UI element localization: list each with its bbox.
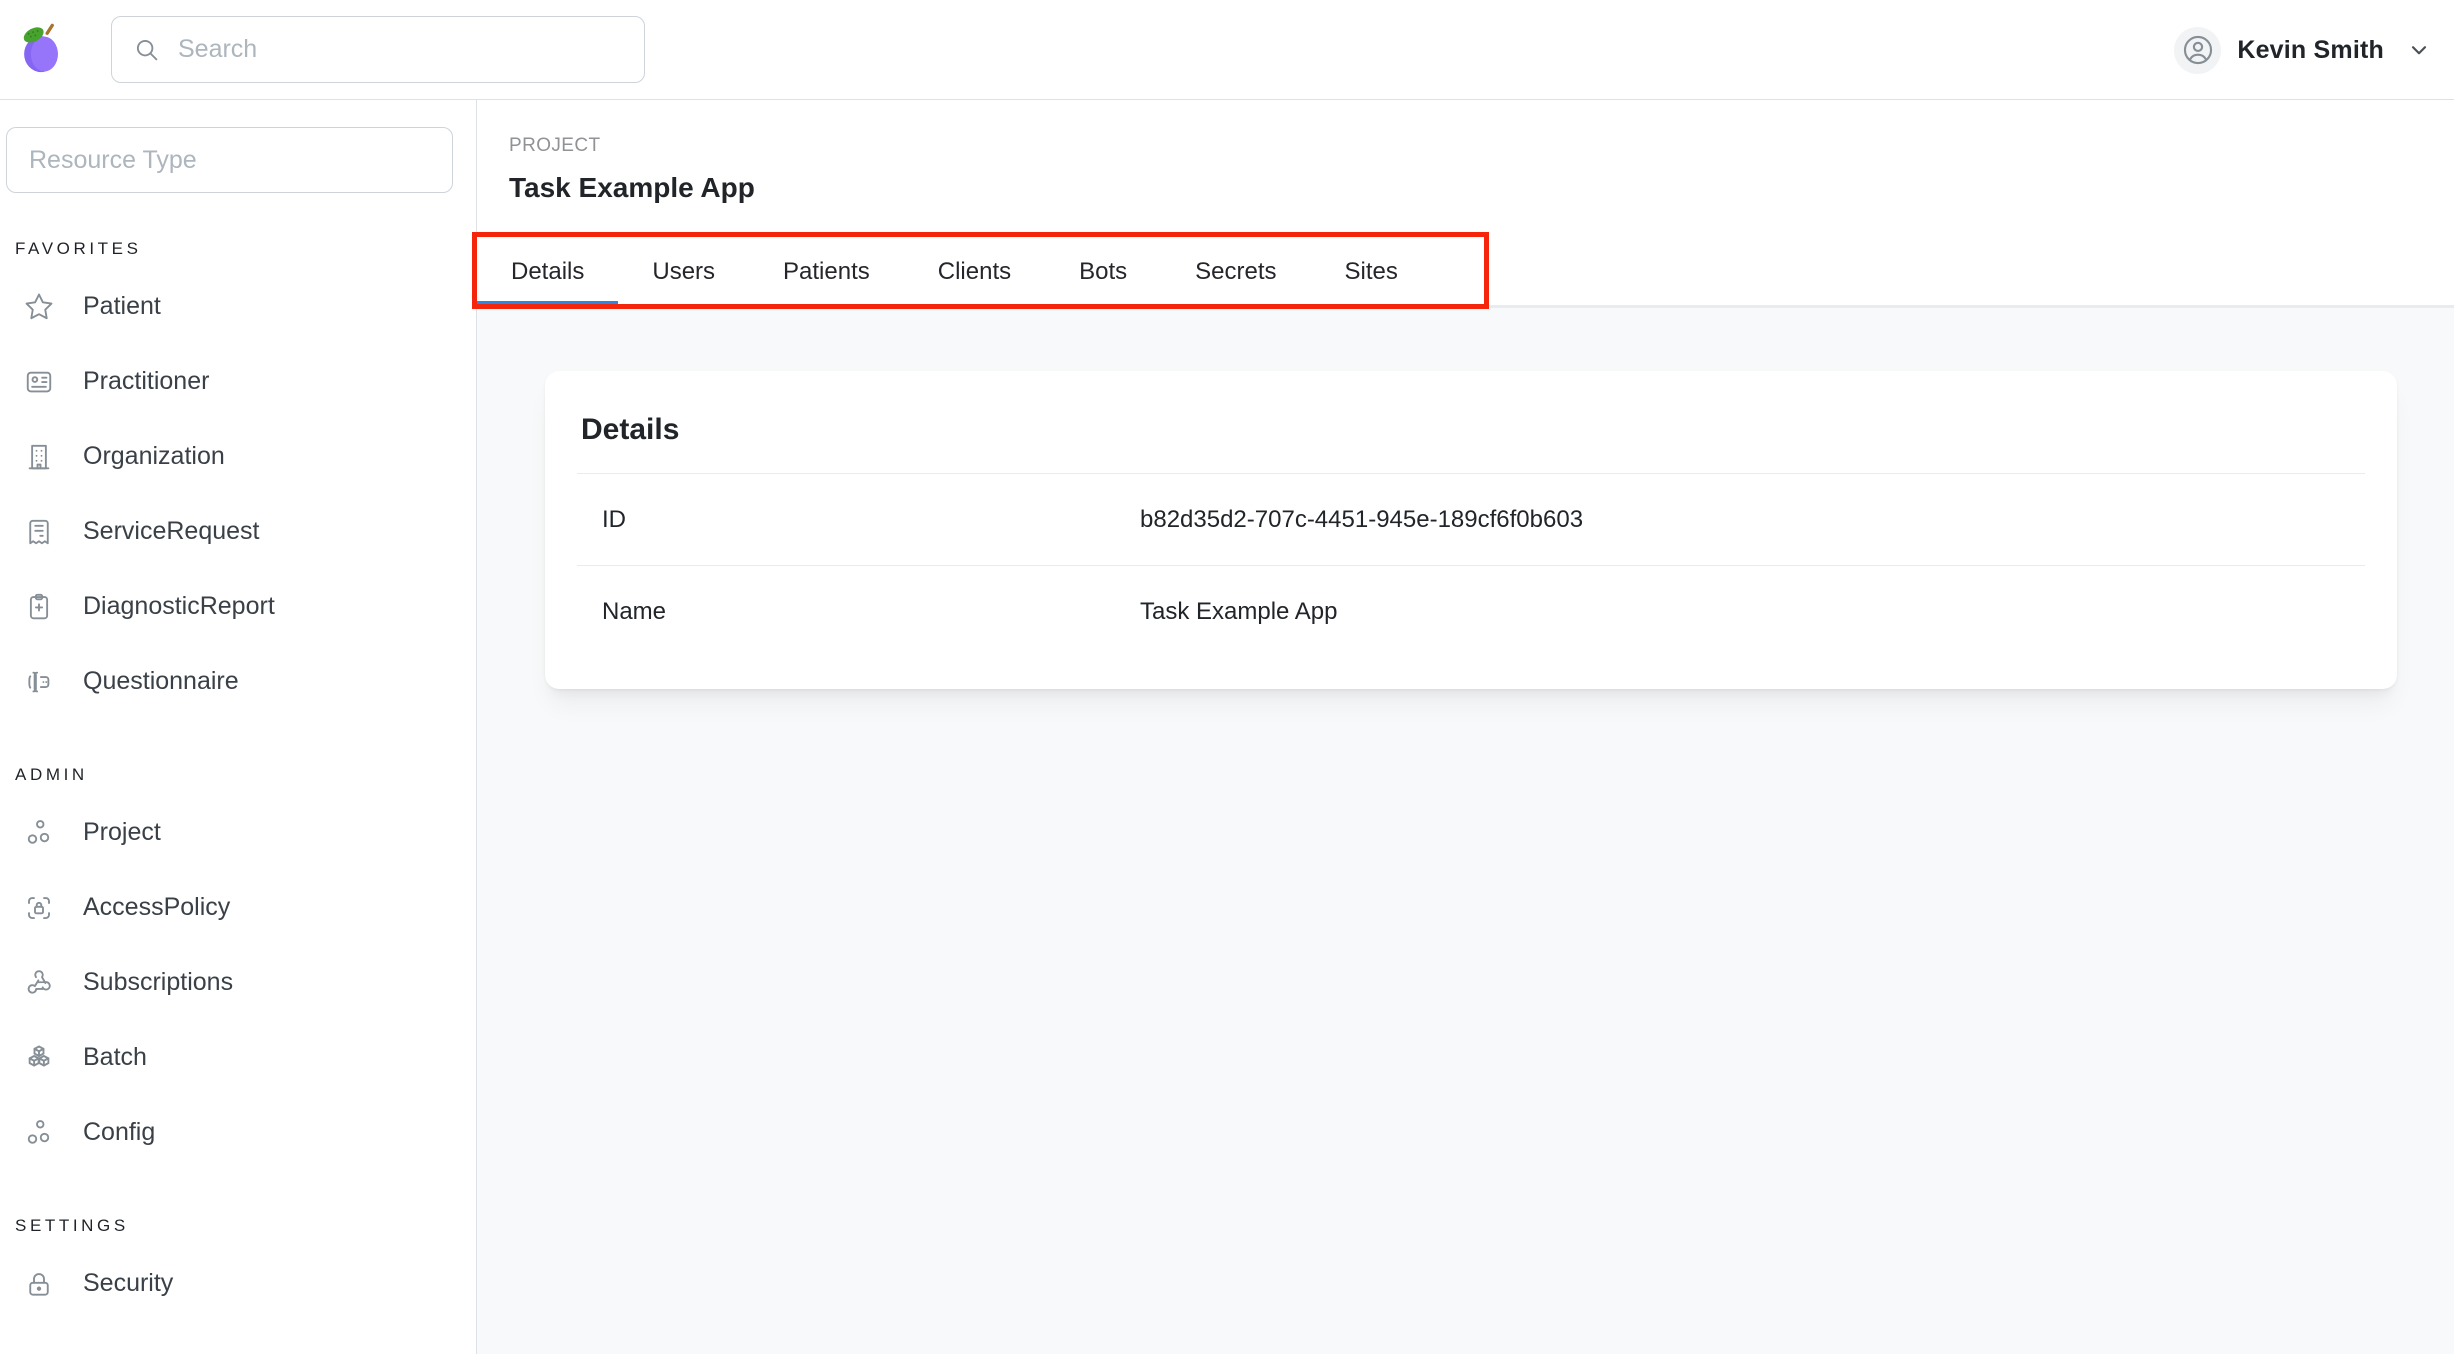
report-medical-icon <box>23 591 55 623</box>
detail-label: ID <box>602 505 626 533</box>
sidebar-item-diagnosticreport[interactable]: DiagnosticReport <box>0 569 476 644</box>
section-label-admin: ADMIN <box>15 765 88 784</box>
lock-brackets-icon <box>23 892 55 924</box>
section-label-favorites: FAVORITES <box>15 239 142 258</box>
sidebar-item-patient[interactable]: Patient <box>0 269 476 344</box>
sidebar-item-practitioner[interactable]: Practitioner <box>0 344 476 419</box>
global-search <box>111 16 645 83</box>
project-eyebrow: PROJECT <box>509 135 601 156</box>
project-header: PROJECT Task Example App Details Users P… <box>472 100 2454 309</box>
favorites-list: Patient Practitioner Organization Servic… <box>0 269 476 719</box>
id-card-icon <box>23 366 55 398</box>
sidebar-item-label: Questionnaire <box>83 667 239 695</box>
tab-bar: Details Users Patients Clients Bots Secr… <box>477 235 2454 308</box>
forms-icon <box>23 666 55 698</box>
sidebar-item-subscriptions[interactable]: Subscriptions <box>0 945 476 1020</box>
sidebar-item-label: Project <box>83 818 161 846</box>
webhook-icon <box>23 967 55 999</box>
tab-details[interactable]: Details <box>477 235 619 308</box>
sidebar-item-label: AccessPolicy <box>83 893 231 921</box>
details-card: Details ID b82d35d2-707c-4451-945e-189cf… <box>545 371 2397 689</box>
sidebar: FAVORITES Patient Practiti <box>0 100 477 1354</box>
sidebar-item-label: ServiceRequest <box>83 517 260 545</box>
settings-list: Security <box>0 1246 476 1321</box>
sidebar-item-batch[interactable]: Batch <box>0 1020 476 1095</box>
top-header: Kevin Smith <box>0 0 2454 100</box>
resource-type-input[interactable] <box>6 127 453 193</box>
tab-clients[interactable]: Clients <box>904 235 1045 308</box>
sidebar-item-label: Practitioner <box>83 367 210 395</box>
plum-logo-icon[interactable] <box>14 21 68 77</box>
tab-secrets[interactable]: Secrets <box>1161 235 1310 308</box>
sidebar-item-label: Batch <box>83 1043 147 1071</box>
app-root: Kevin Smith FAVORITES Patient <box>0 0 2454 1354</box>
sidebar-item-config[interactable]: Config <box>0 1095 476 1170</box>
hierarchy-icon <box>23 1117 55 1149</box>
detail-row-name: Name Task Example App <box>577 565 2365 657</box>
detail-label: Name <box>602 597 667 625</box>
sidebar-item-security[interactable]: Security <box>0 1246 476 1321</box>
avatar <box>2174 26 2222 74</box>
detail-value: Task Example App <box>1140 597 1338 625</box>
lock-icon <box>23 1268 55 1300</box>
search-icon <box>136 39 158 60</box>
star-icon <box>23 291 55 323</box>
content-area: Details ID b82d35d2-707c-4451-945e-189cf… <box>477 308 2454 1354</box>
page-title: Task Example App <box>509 172 755 203</box>
sidebar-item-questionnaire[interactable]: Questionnaire <box>0 644 476 719</box>
building-icon <box>23 441 55 473</box>
admin-list: Project AccessPolicy Subscriptions Batch… <box>0 795 476 1170</box>
sidebar-item-label: Patient <box>83 292 161 320</box>
search-input[interactable] <box>178 35 624 64</box>
sidebar-item-label: Config <box>83 1118 156 1146</box>
main-panel: PROJECT Task Example App Details Users P… <box>472 100 2454 1354</box>
user-menu[interactable]: Kevin Smith <box>2174 0 2432 100</box>
user-avatar-icon <box>2183 35 2212 65</box>
detail-value: b82d35d2-707c-4451-945e-189cf6f0b603 <box>1140 505 1584 533</box>
tab-sites[interactable]: Sites <box>1311 235 1432 308</box>
section-label-settings: SETTINGS <box>15 1216 129 1235</box>
sidebar-item-project[interactable]: Project <box>0 795 476 870</box>
tab-users[interactable]: Users <box>618 235 749 308</box>
sidebar-item-organization[interactable]: Organization <box>0 419 476 494</box>
user-name: Kevin Smith <box>2237 35 2384 64</box>
chevron-down-icon <box>2411 46 2427 55</box>
sidebar-item-label: Subscriptions <box>83 968 234 996</box>
sidebar-item-label: DiagnosticReport <box>83 592 275 620</box>
sidebar-item-servicerequest[interactable]: ServiceRequest <box>0 494 476 569</box>
tab-bots[interactable]: Bots <box>1045 235 1161 308</box>
sidebar-item-label: Security <box>83 1269 174 1297</box>
card-title: Details <box>581 413 680 446</box>
cubes-icon <box>23 1042 55 1074</box>
sidebar-item-label: Organization <box>83 442 225 470</box>
sidebar-item-accesspolicy[interactable]: AccessPolicy <box>0 870 476 945</box>
detail-row-id: ID b82d35d2-707c-4451-945e-189cf6f0b603 <box>577 473 2365 565</box>
hierarchy-icon <box>23 817 55 849</box>
tab-patients[interactable]: Patients <box>749 235 904 308</box>
receipt-icon <box>23 516 55 548</box>
